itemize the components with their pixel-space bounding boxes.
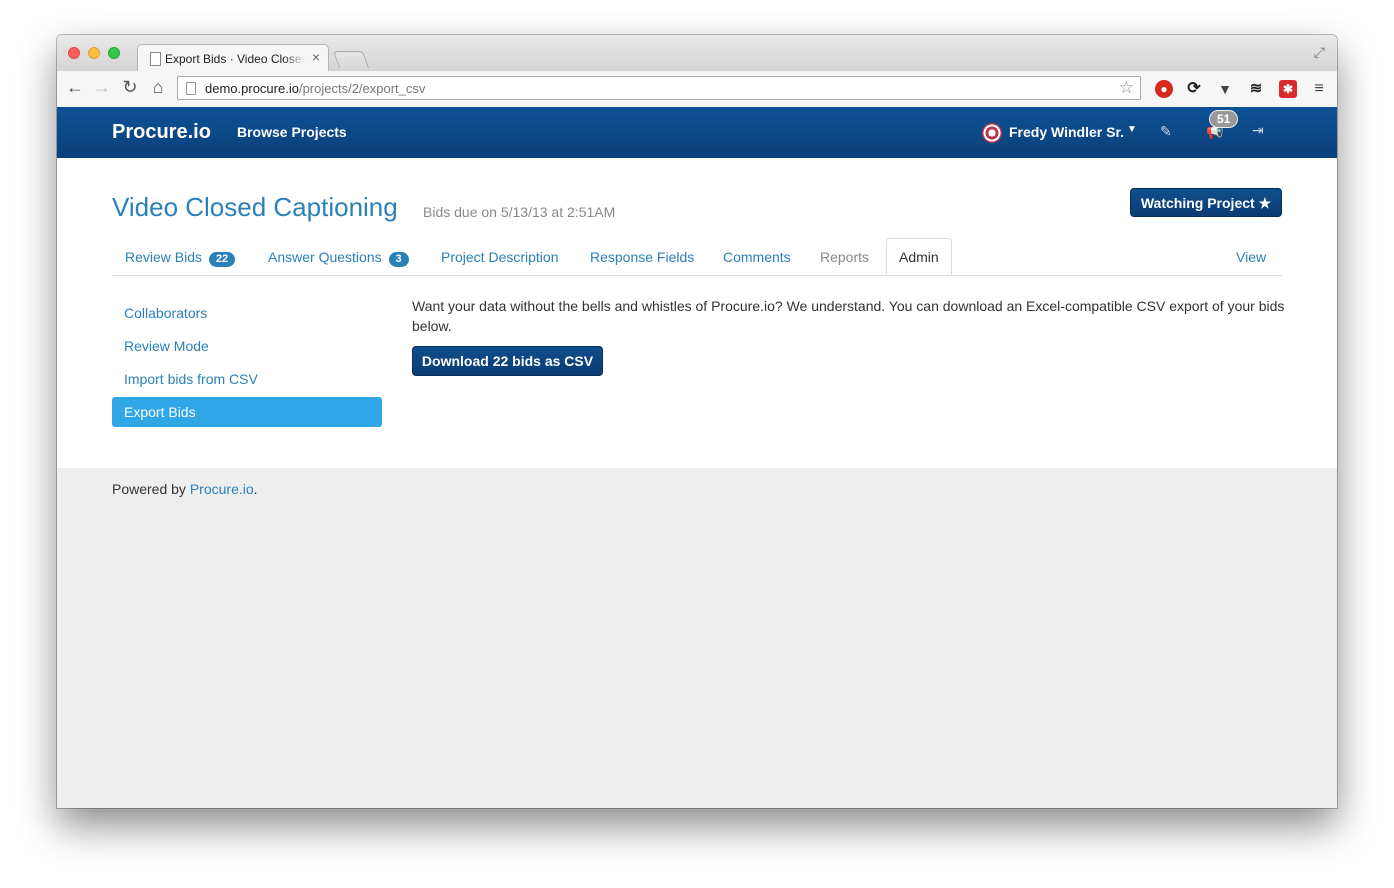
tab-label: Review Bids <box>125 249 203 265</box>
url-text: demo.procure.io/projects/2/export_csv <box>205 81 425 96</box>
adblock-extension-icon[interactable]: ● <box>1155 80 1173 98</box>
footer-suffix: . <box>253 481 258 497</box>
sidebar-item-review-mode[interactable]: Review Mode <box>112 331 382 361</box>
browser-toolbar: ← → ↻ ⌂ demo.procure.io/projects/2/expor… <box>57 71 1337 108</box>
footer-procure-link[interactable]: Procure.io <box>190 481 254 497</box>
browse-projects-link[interactable]: Browse Projects <box>237 124 347 140</box>
tab-strip: Export Bids · Video Closed Captioning × … <box>57 35 1337 73</box>
footer-prefix: Powered by <box>112 481 190 497</box>
tab-label: Answer Questions <box>268 249 382 265</box>
window-close-button[interactable] <box>68 47 80 59</box>
tab-view[interactable]: View <box>1236 249 1266 265</box>
tab-answer-questions[interactable]: Answer Questions 3 <box>268 249 409 267</box>
caret-down-icon[interactable]: ▼ <box>1127 124 1137 135</box>
url-path: /projects/2/export_csv <box>298 81 426 96</box>
page-icon <box>186 82 196 95</box>
page-icon <box>150 52 161 66</box>
address-bar[interactable]: demo.procure.io/projects/2/export_csv ☆ <box>177 76 1141 100</box>
download-csv-button[interactable]: Download 22 bids as CSV <box>412 346 603 376</box>
main-content: Video Closed Captioning Bids due on 5/13… <box>57 158 1337 468</box>
brand-logo[interactable]: Procure.io <box>112 121 211 144</box>
pocket-extension-icon[interactable]: ▼ <box>1216 80 1234 98</box>
notifications-badge[interactable]: 51 <box>1209 110 1239 128</box>
back-arrow-icon[interactable]: ← <box>64 77 86 98</box>
new-tab-button[interactable] <box>332 51 370 68</box>
tab-response-fields[interactable]: Response Fields <box>590 249 694 265</box>
home-icon[interactable]: ⌂ <box>147 77 169 98</box>
project-title: Video Closed Captioning <box>112 192 398 222</box>
count-badge: 3 <box>388 252 409 267</box>
count-badge: 22 <box>208 252 236 267</box>
app-navbar: Procure.io Browse Projects Fredy Windler… <box>57 107 1337 158</box>
tab-reports[interactable]: Reports <box>820 249 869 265</box>
bids-due-text: Bids due on 5/13/13 at 2:51AM <box>423 204 616 220</box>
tab-close-icon[interactable]: × <box>312 49 320 65</box>
forward-arrow-icon[interactable]: → <box>91 77 113 98</box>
browser-window: Export Bids · Video Closed Captioning × … <box>57 35 1337 808</box>
sync-extension-icon[interactable]: ⟳ <box>1185 80 1203 98</box>
sign-out-icon[interactable]: ⇥ <box>1252 122 1264 139</box>
fullscreen-icon[interactable]: ⤢ <box>1314 44 1325 61</box>
user-avatar[interactable] <box>982 123 1002 143</box>
tab-project-description[interactable]: Project Description <box>441 249 559 265</box>
bookmark-star-icon[interactable]: ☆ <box>1119 78 1134 98</box>
page-footer: Powered by Procure.io. <box>57 468 1337 808</box>
window-maximize-button[interactable] <box>108 47 120 59</box>
tab-title: Export Bids · Video Closed Captioning <box>165 52 305 66</box>
user-menu-toggle[interactable]: Fredy Windler Sr. <box>1009 124 1124 140</box>
tab-review-bids[interactable]: Review Bids 22 <box>125 249 236 267</box>
tab-admin[interactable]: Admin <box>886 238 952 275</box>
tab-comments[interactable]: Comments <box>723 249 791 265</box>
watching-project-button[interactable]: Watching Project ★ <box>1130 188 1282 217</box>
sidebar-item-export-bids[interactable]: Export Bids <box>112 397 382 427</box>
menu-icon[interactable]: ≡ <box>1310 80 1328 98</box>
url-host: demo.procure.io <box>205 81 299 96</box>
project-tabs: Review Bids 22 Answer Questions 3 Projec… <box>112 238 1282 276</box>
export-description: Want your data without the bells and whi… <box>412 298 1285 334</box>
reload-icon[interactable]: ↻ <box>119 77 141 98</box>
buffer-extension-icon[interactable]: ≋ <box>1247 80 1265 98</box>
footer-text: Powered by Procure.io. <box>112 481 258 497</box>
sidebar-item-import-bids[interactable]: Import bids from CSV <box>112 364 382 394</box>
window-minimize-button[interactable] <box>88 47 100 59</box>
pencil-icon[interactable]: ✎ <box>1160 123 1172 140</box>
sidebar-item-collaborators[interactable]: Collaborators <box>112 298 382 328</box>
browser-tab[interactable]: Export Bids · Video Closed Captioning × <box>137 44 329 73</box>
lastpass-extension-icon[interactable]: ✱ <box>1279 80 1297 98</box>
